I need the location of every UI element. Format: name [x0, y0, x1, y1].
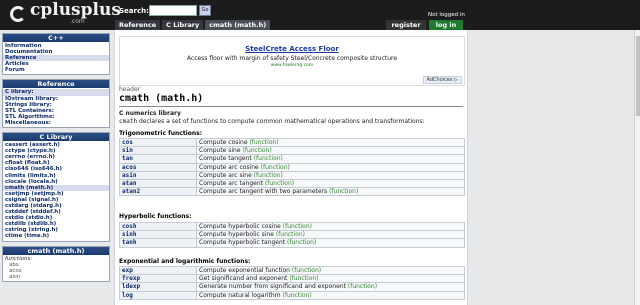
exponential-functions-table: exp Compute exponential function (functio… [119, 265, 465, 300]
function-link[interactable]: atan [119, 178, 197, 189]
description-header-name: cmath [119, 118, 138, 125]
sidebar: C++ Information Documentation Reference … [2, 33, 110, 286]
function-description: Compute hyperbolic tangent (function) [196, 238, 465, 248]
description-text: declares a set of functions to compute c… [137, 118, 425, 125]
function-link[interactable]: cosh [119, 221, 197, 232]
function-link[interactable]: ldexp [119, 282, 197, 292]
function-description: Compute exponential function (function) [196, 265, 465, 276]
function-description: Compute tangent (function) [196, 154, 465, 164]
page-title: cmath (math.h) [119, 93, 204, 104]
trig-functions-table: cos Compute cosine (function) sin Compute … [119, 137, 465, 197]
sidebar-item-asin[interactable]: asin [3, 274, 109, 280]
ad-url[interactable]: www.fowlerng.com [120, 63, 464, 68]
table-row: sin Compute sine (function) [119, 146, 465, 156]
sidebar-cmath-title: cmath (math.h) [3, 246, 109, 255]
table-row: acos Compute arc cosine (function) [119, 162, 465, 172]
breadcrumb: Reference C Library cmath (math.h) [115, 20, 272, 30]
function-link[interactable]: sinh [119, 230, 197, 240]
ad-title[interactable]: SteelCrete Access Floor [120, 45, 464, 53]
table-row: frexp Get significand and exponent (funct… [119, 274, 465, 284]
function-link[interactable]: atan2 [119, 187, 197, 197]
function-description: Compute natural logarithm (function) [196, 290, 465, 300]
breadcrumb-cmath[interactable]: cmath (math.h) [205, 20, 271, 30]
sidebar-item-miscellaneous[interactable]: Miscellaneous: [3, 120, 109, 126]
hyperbolic-functions-table: cosh Compute hyperbolic cosine (function)… [119, 221, 465, 248]
table-row: atan Compute arc tangent (function) [119, 178, 465, 189]
function-description: Compute cosine (function) [196, 137, 465, 148]
sidebar-clib-title: C Library [3, 133, 109, 142]
title-divider [119, 106, 463, 107]
function-link[interactable]: exp [119, 265, 197, 276]
function-description: Compute hyperbolic sine (function) [196, 230, 465, 240]
login-button[interactable]: log in [429, 20, 463, 30]
advertisement[interactable]: SteelCrete Access Floor Access floor wit… [119, 36, 465, 86]
function-link[interactable]: log [119, 290, 197, 300]
sidebar-cpp-title: C++ [3, 34, 109, 42]
function-link[interactable]: cos [119, 137, 197, 148]
table-row: cosh Compute hyperbolic cosine (function) [119, 221, 465, 232]
sidebar-reference-title: Reference [3, 80, 109, 89]
scrollbar-thumb[interactable] [636, 36, 640, 116]
table-row: tanh Compute hyperbolic tangent (function… [119, 238, 465, 248]
main-content: SteelCrete Access Floor Access floor wit… [114, 30, 468, 305]
page-subtitle: C numerics library [119, 110, 181, 117]
table-row: sinh Compute hyperbolic sine (function) [119, 230, 465, 240]
function-description: Compute arc sine (function) [196, 170, 465, 180]
function-description: Generate number from significand and exp… [196, 282, 465, 292]
sidebar-clib-box: C Library cassert (assert.h) cctype (cty… [2, 132, 110, 242]
table-row: exp Compute exponential function (functio… [119, 265, 465, 276]
sidebar-cpp-box: C++ Information Documentation Reference … [2, 33, 110, 76]
breadcrumb-reference[interactable]: Reference [115, 20, 161, 30]
ad-text: Access floor with margin of safety Steel… [186, 55, 398, 62]
sidebar-item-ctime[interactable]: ctime (time.h) [3, 233, 109, 239]
section-hyperbolic-title: Hyperbolic functions: [119, 213, 192, 220]
logo-com: .com [70, 18, 85, 25]
table-row: asin Compute arc sine (function) [119, 170, 465, 180]
function-description: Compute arc tangent with two parameters … [196, 187, 465, 197]
function-description: Compute hyperbolic cosine (function) [196, 221, 465, 232]
section-exponential-title: Exponential and logarithmic functions: [119, 258, 251, 265]
sidebar-reference-box: Reference C library: IOstream library: S… [2, 79, 110, 129]
function-description: Get significand and exponent (function) [196, 274, 465, 284]
go-button[interactable]: Go [199, 5, 211, 16]
search-label: Search: [119, 7, 149, 15]
function-link[interactable]: acos [119, 162, 197, 172]
page-description: cmath declares a set of functions to com… [119, 118, 425, 125]
register-button[interactable]: register [386, 20, 426, 30]
top-bar: cplusplus .com Search: Go Reference C Li… [0, 0, 640, 30]
function-description: Compute arc tangent (function) [196, 178, 465, 189]
search-input[interactable] [149, 5, 197, 16]
function-link[interactable]: frexp [119, 274, 197, 284]
function-description: Compute sine (function) [196, 146, 465, 156]
logo-text: cplusplus [30, 0, 121, 20]
function-description: Compute arc cosine (function) [196, 162, 465, 172]
function-link[interactable]: asin [119, 170, 197, 180]
table-row: atan2 Compute arc tangent with two parame… [119, 187, 465, 197]
table-row: ldexp Generate number from significand an… [119, 282, 465, 292]
cplusplus-logo[interactable]: cplusplus .com [4, 0, 121, 28]
function-link[interactable]: tan [119, 154, 197, 164]
table-row: log Compute natural logarithm (function) [119, 290, 465, 300]
section-trig-title: Trigonometric functions: [119, 130, 203, 137]
table-row: tan Compute tangent (function) [119, 154, 465, 164]
page-scrollbar[interactable] [634, 30, 640, 305]
page-kind: header [119, 86, 141, 93]
function-link[interactable]: tanh [119, 238, 197, 248]
table-row: cos Compute cosine (function) [119, 137, 465, 148]
function-link[interactable]: sin [119, 146, 197, 156]
sidebar-cmath-box: cmath (math.h) functions: abs acos asin [2, 245, 110, 282]
logo-c-mark [10, 6, 26, 22]
sidebar-item-forum[interactable]: Forum [3, 67, 109, 73]
adchoices-badge[interactable]: AdChoices ▷ [422, 76, 462, 84]
login-status: Not logged in [428, 12, 465, 18]
breadcrumb-c-library[interactable]: C Library [162, 20, 204, 30]
